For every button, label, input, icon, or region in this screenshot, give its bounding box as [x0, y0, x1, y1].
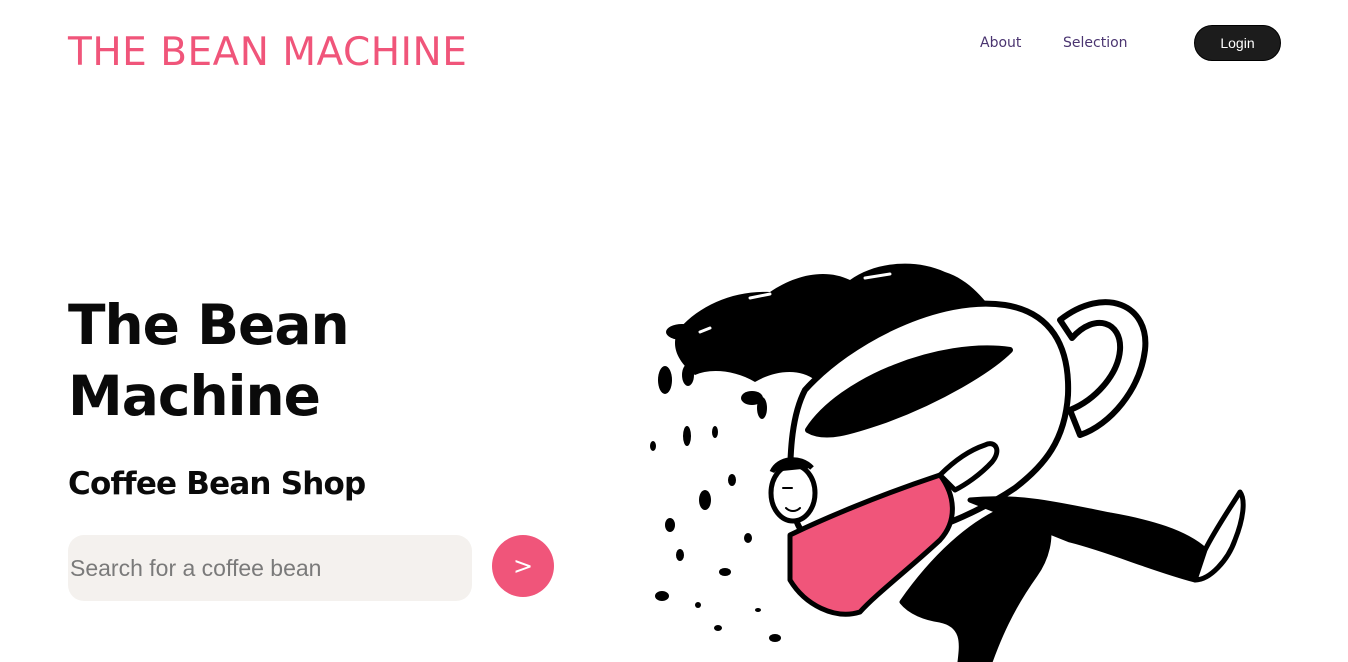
search-input[interactable] [68, 535, 472, 601]
hero-title: The Bean Machine [68, 293, 350, 428]
brand-logo[interactable]: THE BEAN MACHINE [68, 30, 467, 76]
hero-subtitle: Coffee Bean Shop [68, 466, 366, 502]
search-submit-button[interactable]: > [492, 535, 554, 597]
nav-link-selection[interactable]: Selection [1063, 34, 1128, 52]
page: THE BEAN MACHINE About Selection Login T… [0, 0, 1348, 662]
coffee-cup-illustration [650, 263, 1246, 662]
login-button[interactable]: Login [1194, 25, 1281, 61]
nav-link-about[interactable]: About [980, 34, 1021, 52]
